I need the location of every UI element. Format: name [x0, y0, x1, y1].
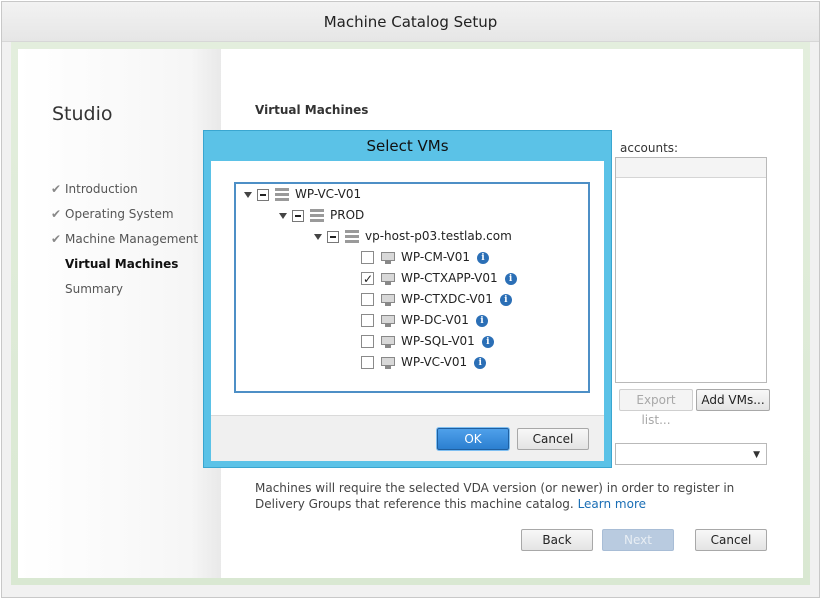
server-icon	[345, 230, 359, 243]
step-label: Machine Management	[65, 232, 199, 246]
tristate-checkbox[interactable]	[327, 230, 339, 243]
vm-checkbox[interactable]	[361, 335, 374, 348]
vm-monitor-icon	[381, 356, 395, 369]
expand-arrow-icon[interactable]	[279, 212, 287, 219]
info-icon[interactable]: i	[504, 272, 517, 285]
vm-checkbox[interactable]	[361, 314, 374, 327]
tree-vm-row[interactable]: WP-CM-V01 i	[361, 248, 490, 266]
page-title: Virtual Machines	[255, 103, 369, 117]
tristate-checkbox[interactable]	[292, 209, 304, 222]
select-vms-dialog: Select VMs WP-VC-V01 PROD vp-host-p03.te…	[203, 130, 612, 468]
export-list-button[interactable]: Export list...	[619, 389, 693, 427]
tree-vm-row[interactable]: WP-DC-V01 i	[361, 311, 488, 329]
check-icon: ✔	[51, 232, 62, 246]
add-vms-button[interactable]: Add VMs...	[696, 389, 770, 411]
vm-list[interactable]	[615, 157, 767, 383]
vm-name: WP-VC-V01	[401, 355, 468, 369]
learn-more-link[interactable]: Learn more	[578, 497, 646, 511]
wizard-sidebar: Studio ✔ Introduction ✔ Operating System ✔…	[18, 49, 221, 578]
back-button[interactable]: Back	[521, 529, 593, 551]
vm-monitor-icon	[381, 293, 395, 306]
step-machine-management[interactable]: ✔ Machine Management	[51, 229, 198, 254]
info-icon[interactable]: i	[477, 251, 490, 264]
server-icon	[310, 209, 324, 222]
tree-node-label: PROD	[330, 208, 365, 222]
vm-name: WP-DC-V01	[401, 313, 469, 327]
vm-checkbox[interactable]	[361, 270, 374, 288]
wizard-steps: ✔ Introduction ✔ Operating System ✔ Machine…	[51, 179, 198, 304]
info-icon[interactable]: i	[474, 356, 487, 369]
step-label: Introduction	[65, 182, 138, 196]
tree-vm-row[interactable]: WP-CTXAPP-V01 i	[361, 269, 517, 288]
dialog-footer: OK Cancel	[211, 415, 604, 461]
dialog-cancel-button[interactable]: Cancel	[517, 428, 589, 450]
vm-checkbox[interactable]	[361, 293, 374, 306]
accounts-label: accounts:	[620, 141, 679, 155]
vm-checkbox[interactable]	[361, 356, 374, 369]
vm-monitor-icon	[381, 251, 395, 264]
step-summary[interactable]: Summary	[51, 279, 198, 304]
window-title: Machine Catalog Setup	[2, 2, 819, 42]
info-icon[interactable]: i	[475, 314, 488, 327]
step-introduction[interactable]: ✔ Introduction	[51, 179, 198, 204]
vm-monitor-icon	[381, 335, 395, 348]
dialog-body: WP-VC-V01 PROD vp-host-p03.testlab.com W…	[211, 161, 604, 415]
vm-name: WP-CTXAPP-V01	[401, 271, 498, 285]
check-icon: ✔	[51, 207, 62, 221]
info-icon[interactable]: i	[481, 335, 494, 348]
info-icon[interactable]: i	[499, 293, 512, 306]
tree-vm-row[interactable]: WP-SQL-V01 i	[361, 332, 494, 350]
tree-vm-row[interactable]: WP-VC-V01 i	[361, 353, 487, 371]
vm-tree: WP-VC-V01 PROD vp-host-p03.testlab.com W…	[234, 182, 590, 393]
step-label: Operating System	[65, 207, 174, 221]
ok-button[interactable]: OK	[437, 428, 509, 450]
tree-node-label: WP-VC-V01	[295, 187, 362, 201]
vm-checkbox[interactable]	[361, 251, 374, 264]
vm-name: WP-SQL-V01	[401, 334, 475, 348]
cancel-button[interactable]: Cancel	[695, 529, 767, 551]
dropdown-arrow-icon: ▼	[753, 450, 760, 460]
tree-node-host[interactable]: vp-host-p03.testlab.com	[314, 227, 512, 245]
tree-vm-row[interactable]: WP-CTXDC-V01 i	[361, 290, 512, 308]
vm-monitor-icon	[381, 272, 395, 285]
dialog-title: Select VMs	[366, 137, 449, 155]
tristate-checkbox[interactable]	[257, 188, 269, 201]
tree-node-vcenter[interactable]: WP-VC-V01	[244, 185, 361, 203]
vm-monitor-icon	[381, 314, 395, 327]
studio-brand: Studio	[52, 103, 113, 125]
tree-node-datacenter[interactable]: PROD	[279, 206, 364, 224]
next-button[interactable]: Next	[602, 529, 674, 551]
server-icon	[275, 188, 289, 201]
vm-name: WP-CTXDC-V01	[401, 292, 493, 306]
expand-arrow-icon[interactable]	[314, 233, 322, 240]
vda-info-text: Machines will require the selected VDA v…	[255, 480, 775, 512]
vda-version-select[interactable]: ▼	[615, 443, 767, 465]
vda-info-message: Machines will require the selected VDA v…	[255, 481, 735, 511]
tree-node-label: vp-host-p03.testlab.com	[365, 229, 512, 243]
expand-arrow-icon[interactable]	[244, 191, 252, 198]
vm-list-header	[616, 158, 766, 178]
check-icon: ✔	[51, 182, 62, 196]
vm-name: WP-CM-V01	[401, 250, 471, 264]
step-operating-system[interactable]: ✔ Operating System	[51, 204, 198, 229]
step-virtual-machines[interactable]: Virtual Machines	[51, 254, 198, 279]
